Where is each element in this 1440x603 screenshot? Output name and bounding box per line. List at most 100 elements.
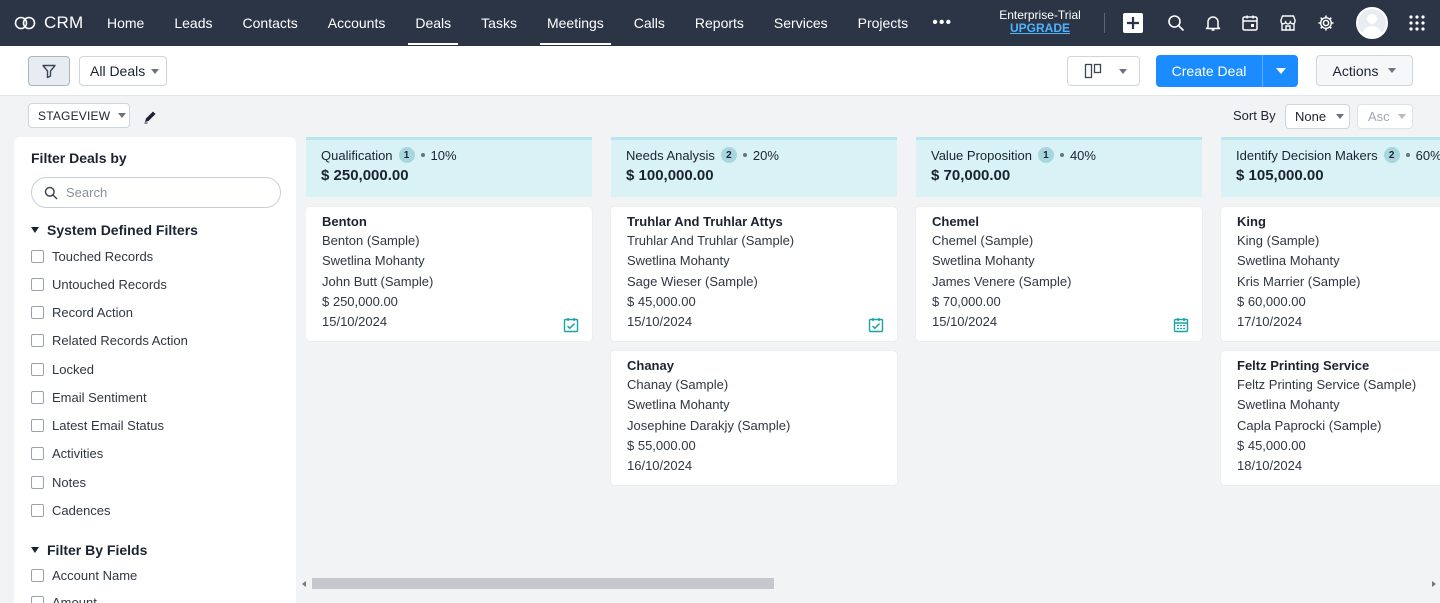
- filter-related-records-action[interactable]: Related Records Action: [31, 333, 188, 348]
- filter-account-name[interactable]: Account Name: [31, 568, 137, 583]
- filter-sidebar: Filter Deals by System Defined Filters T…: [14, 137, 296, 603]
- crm-logo[interactable]: CRM: [0, 13, 92, 33]
- task-check-icon[interactable]: [563, 317, 579, 333]
- deal-name[interactable]: Chemel: [932, 214, 1187, 232]
- task-check-icon[interactable]: [868, 317, 884, 333]
- filter-notes[interactable]: Notes: [31, 475, 86, 490]
- nav-leads[interactable]: Leads: [159, 0, 227, 46]
- nav-home[interactable]: Home: [92, 0, 159, 46]
- deal-account: Truhlar And Truhlar (Sample): [627, 233, 795, 248]
- filter-funnel-icon: [42, 64, 56, 79]
- deal-name[interactable]: Feltz Printing Service: [1237, 358, 1440, 376]
- deal-card[interactable]: Feltz Printing Service Feltz Printing Se…: [1221, 351, 1440, 485]
- filter-activities[interactable]: Activities: [31, 446, 103, 461]
- user-avatar[interactable]: [1356, 7, 1388, 39]
- filter-locked[interactable]: Locked: [31, 362, 94, 377]
- checkbox[interactable]: [31, 363, 44, 376]
- deal-card[interactable]: Benton Benton (Sample) Swetlina Mohanty …: [306, 207, 592, 341]
- field-filters-section-toggle[interactable]: Filter By Fields: [31, 542, 147, 558]
- custom-view-dropdown[interactable]: All Deals: [79, 56, 167, 86]
- checkbox[interactable]: [31, 596, 44, 603]
- stage-probability: 10%: [430, 147, 457, 163]
- scroll-right-arrow-icon[interactable]: [1432, 581, 1436, 587]
- notifications-bell-icon[interactable]: [1201, 11, 1225, 35]
- deal-name[interactable]: Truhlar And Truhlar Attys: [627, 214, 882, 232]
- deal-card[interactable]: Truhlar And Truhlar Attys Truhlar And Tr…: [611, 207, 897, 341]
- sort-order-value: Asc: [1368, 109, 1390, 124]
- scroll-left-arrow-icon[interactable]: [302, 581, 306, 587]
- nav-reports[interactable]: Reports: [680, 0, 759, 46]
- stage-amount: $ 70,000.00: [931, 167, 1011, 184]
- filter-untouched-records[interactable]: Untouched Records: [31, 277, 167, 292]
- system-filters-heading: System Defined Filters: [47, 222, 198, 238]
- nav-calls[interactable]: Calls: [619, 0, 680, 46]
- filter-sidebar-title: Filter Deals by: [31, 150, 127, 166]
- create-deal-split-button: Create Deal: [1156, 55, 1298, 87]
- trial-info: Enterprise-Trial UPGRADE: [988, 9, 1092, 35]
- create-deal-button[interactable]: Create Deal: [1156, 55, 1262, 87]
- checkbox[interactable]: [31, 278, 44, 291]
- filter-email-sentiment[interactable]: Email Sentiment: [31, 390, 147, 405]
- edit-pencil-icon[interactable]: [142, 109, 158, 125]
- filter-cadences[interactable]: Cadences: [31, 503, 111, 518]
- checkbox[interactable]: [31, 569, 44, 582]
- nav-services[interactable]: Services: [759, 0, 843, 46]
- calendar-icon[interactable]: [1238, 11, 1262, 35]
- stage-amount: $ 105,000.00: [1236, 167, 1324, 184]
- create-deal-dropdown-button[interactable]: [1262, 55, 1298, 87]
- deal-card[interactable]: Chanay Chanay (Sample) Swetlina Mohanty …: [611, 351, 897, 485]
- deal-name[interactable]: King: [1237, 214, 1440, 232]
- brand-name: CRM: [44, 13, 84, 32]
- actions-dropdown[interactable]: Actions: [1316, 55, 1413, 86]
- nav-meetings[interactable]: Meetings: [532, 0, 619, 46]
- view-mode-dropdown[interactable]: [1067, 56, 1140, 86]
- filter-search-input[interactable]: [66, 185, 256, 200]
- search-icon[interactable]: [1164, 11, 1188, 35]
- deal-card[interactable]: Chemel Chemel (Sample) Swetlina Mohanty …: [916, 207, 1202, 341]
- deals-toolbar: All Deals Create Deal Actions: [0, 46, 1440, 96]
- stageview-dropdown[interactable]: STAGEVIEW: [28, 103, 130, 128]
- checkbox[interactable]: [31, 391, 44, 404]
- filter-amount[interactable]: Amount: [31, 595, 97, 603]
- upgrade-link[interactable]: UPGRADE: [988, 22, 1092, 35]
- checkbox[interactable]: [31, 334, 44, 347]
- nav-tasks[interactable]: Tasks: [466, 0, 532, 46]
- deal-card[interactable]: King King (Sample) Swetlina Mohanty Kris…: [1221, 207, 1440, 341]
- nav-deals[interactable]: Deals: [400, 0, 466, 46]
- marketplace-icon[interactable]: [1276, 11, 1300, 35]
- nav-projects[interactable]: Projects: [843, 0, 924, 46]
- deal-account: Benton (Sample): [322, 233, 420, 248]
- filter-touched-records[interactable]: Touched Records: [31, 249, 153, 264]
- nav-accounts[interactable]: Accounts: [313, 0, 401, 46]
- checkbox[interactable]: [31, 504, 44, 517]
- quick-create-icon[interactable]: [1121, 11, 1145, 35]
- stage-name: Qualification: [321, 147, 393, 163]
- more-menu-icon[interactable]: •••: [923, 0, 961, 46]
- nav-contacts[interactable]: Contacts: [228, 0, 313, 46]
- deal-closing-date: 17/10/2024: [1237, 314, 1303, 329]
- checkbox[interactable]: [31, 476, 44, 489]
- sort-field-dropdown[interactable]: None: [1285, 104, 1350, 129]
- checkbox[interactable]: [31, 419, 44, 432]
- deal-owner: Swetlina Mohanty: [322, 253, 425, 268]
- stage-probability: 60%: [1415, 147, 1440, 163]
- main-nav: Home Leads Contacts Accounts Deals Tasks…: [92, 0, 961, 46]
- system-filters-section-toggle[interactable]: System Defined Filters: [31, 222, 198, 238]
- deal-name[interactable]: Benton: [322, 214, 577, 232]
- apps-grid-icon[interactable]: [1405, 11, 1429, 35]
- settings-gear-icon[interactable]: [1314, 11, 1338, 35]
- filter-latest-email-status[interactable]: Latest Email Status: [31, 418, 164, 433]
- filter-record-action[interactable]: Record Action: [31, 305, 133, 320]
- checkbox[interactable]: [31, 447, 44, 460]
- deal-name[interactable]: Chanay: [627, 358, 882, 376]
- checkbox[interactable]: [31, 306, 44, 319]
- sort-order-dropdown[interactable]: Asc: [1357, 104, 1413, 129]
- filter-toggle-button[interactable]: [28, 56, 70, 86]
- deal-amount: $ 250,000.00: [322, 294, 398, 309]
- scrollbar-thumb[interactable]: [312, 578, 774, 589]
- calendar-icon[interactable]: [1173, 317, 1189, 333]
- deal-account: Chanay (Sample): [627, 377, 729, 392]
- checkbox[interactable]: [31, 250, 44, 263]
- board-horizontal-scrollbar[interactable]: [298, 576, 1440, 590]
- filter-label: Record Action: [52, 305, 133, 320]
